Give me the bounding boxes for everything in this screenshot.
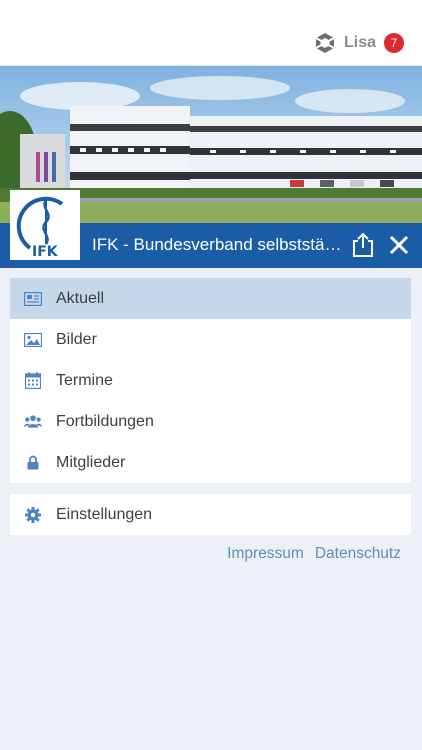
page-title: IFK - Bundesverband selbstständiger Phys… [92, 235, 342, 254]
gear-icon [24, 506, 42, 524]
main-menu: Aktuell Bilder Termine Fortbildungen Mit… [10, 278, 411, 483]
users-icon [24, 413, 42, 431]
menu-item-einstellungen[interactable]: Einstellungen [10, 494, 411, 535]
menu-item-label: Mitglieder [56, 453, 126, 471]
image-icon [24, 331, 42, 349]
settings-label: Einstellungen [56, 505, 153, 523]
menu-item-mitglieder[interactable]: Mitglieder [10, 442, 411, 483]
calendar-icon [24, 372, 42, 390]
user-name: Lisa [343, 34, 376, 51]
datenschutz-link[interactable]: Datenschutz [315, 545, 401, 563]
user-menu[interactable]: Lisa 7 [314, 32, 404, 54]
top-bar: Lisa 7 [0, 0, 422, 66]
settings-menu: Einstellungen [10, 494, 411, 535]
close-icon[interactable] [388, 234, 410, 256]
menu-item-termine[interactable]: Termine [10, 360, 411, 401]
ifk-logo: IFK [10, 190, 80, 260]
menu-item-label: Fortbildungen [56, 412, 154, 430]
footer-links: Impressum Datenschutz [216, 545, 401, 563]
share-icon[interactable] [351, 232, 375, 258]
menu-item-label: Termine [56, 371, 113, 389]
menu-item-label: Bilder [56, 330, 97, 348]
newspaper-icon [24, 290, 42, 308]
lock-icon [24, 454, 42, 472]
notification-badge: 7 [384, 33, 404, 53]
menu-item-bilder[interactable]: Bilder [10, 319, 411, 360]
menu-item-label: Aktuell [56, 289, 105, 307]
impressum-link[interactable]: Impressum [227, 545, 304, 563]
menu-item-fortbildungen[interactable]: Fortbildungen [10, 401, 411, 442]
logo-text: IFK [32, 244, 59, 258]
menu-item-aktuell[interactable]: Aktuell [10, 278, 411, 319]
hive-logo-icon [315, 33, 335, 53]
